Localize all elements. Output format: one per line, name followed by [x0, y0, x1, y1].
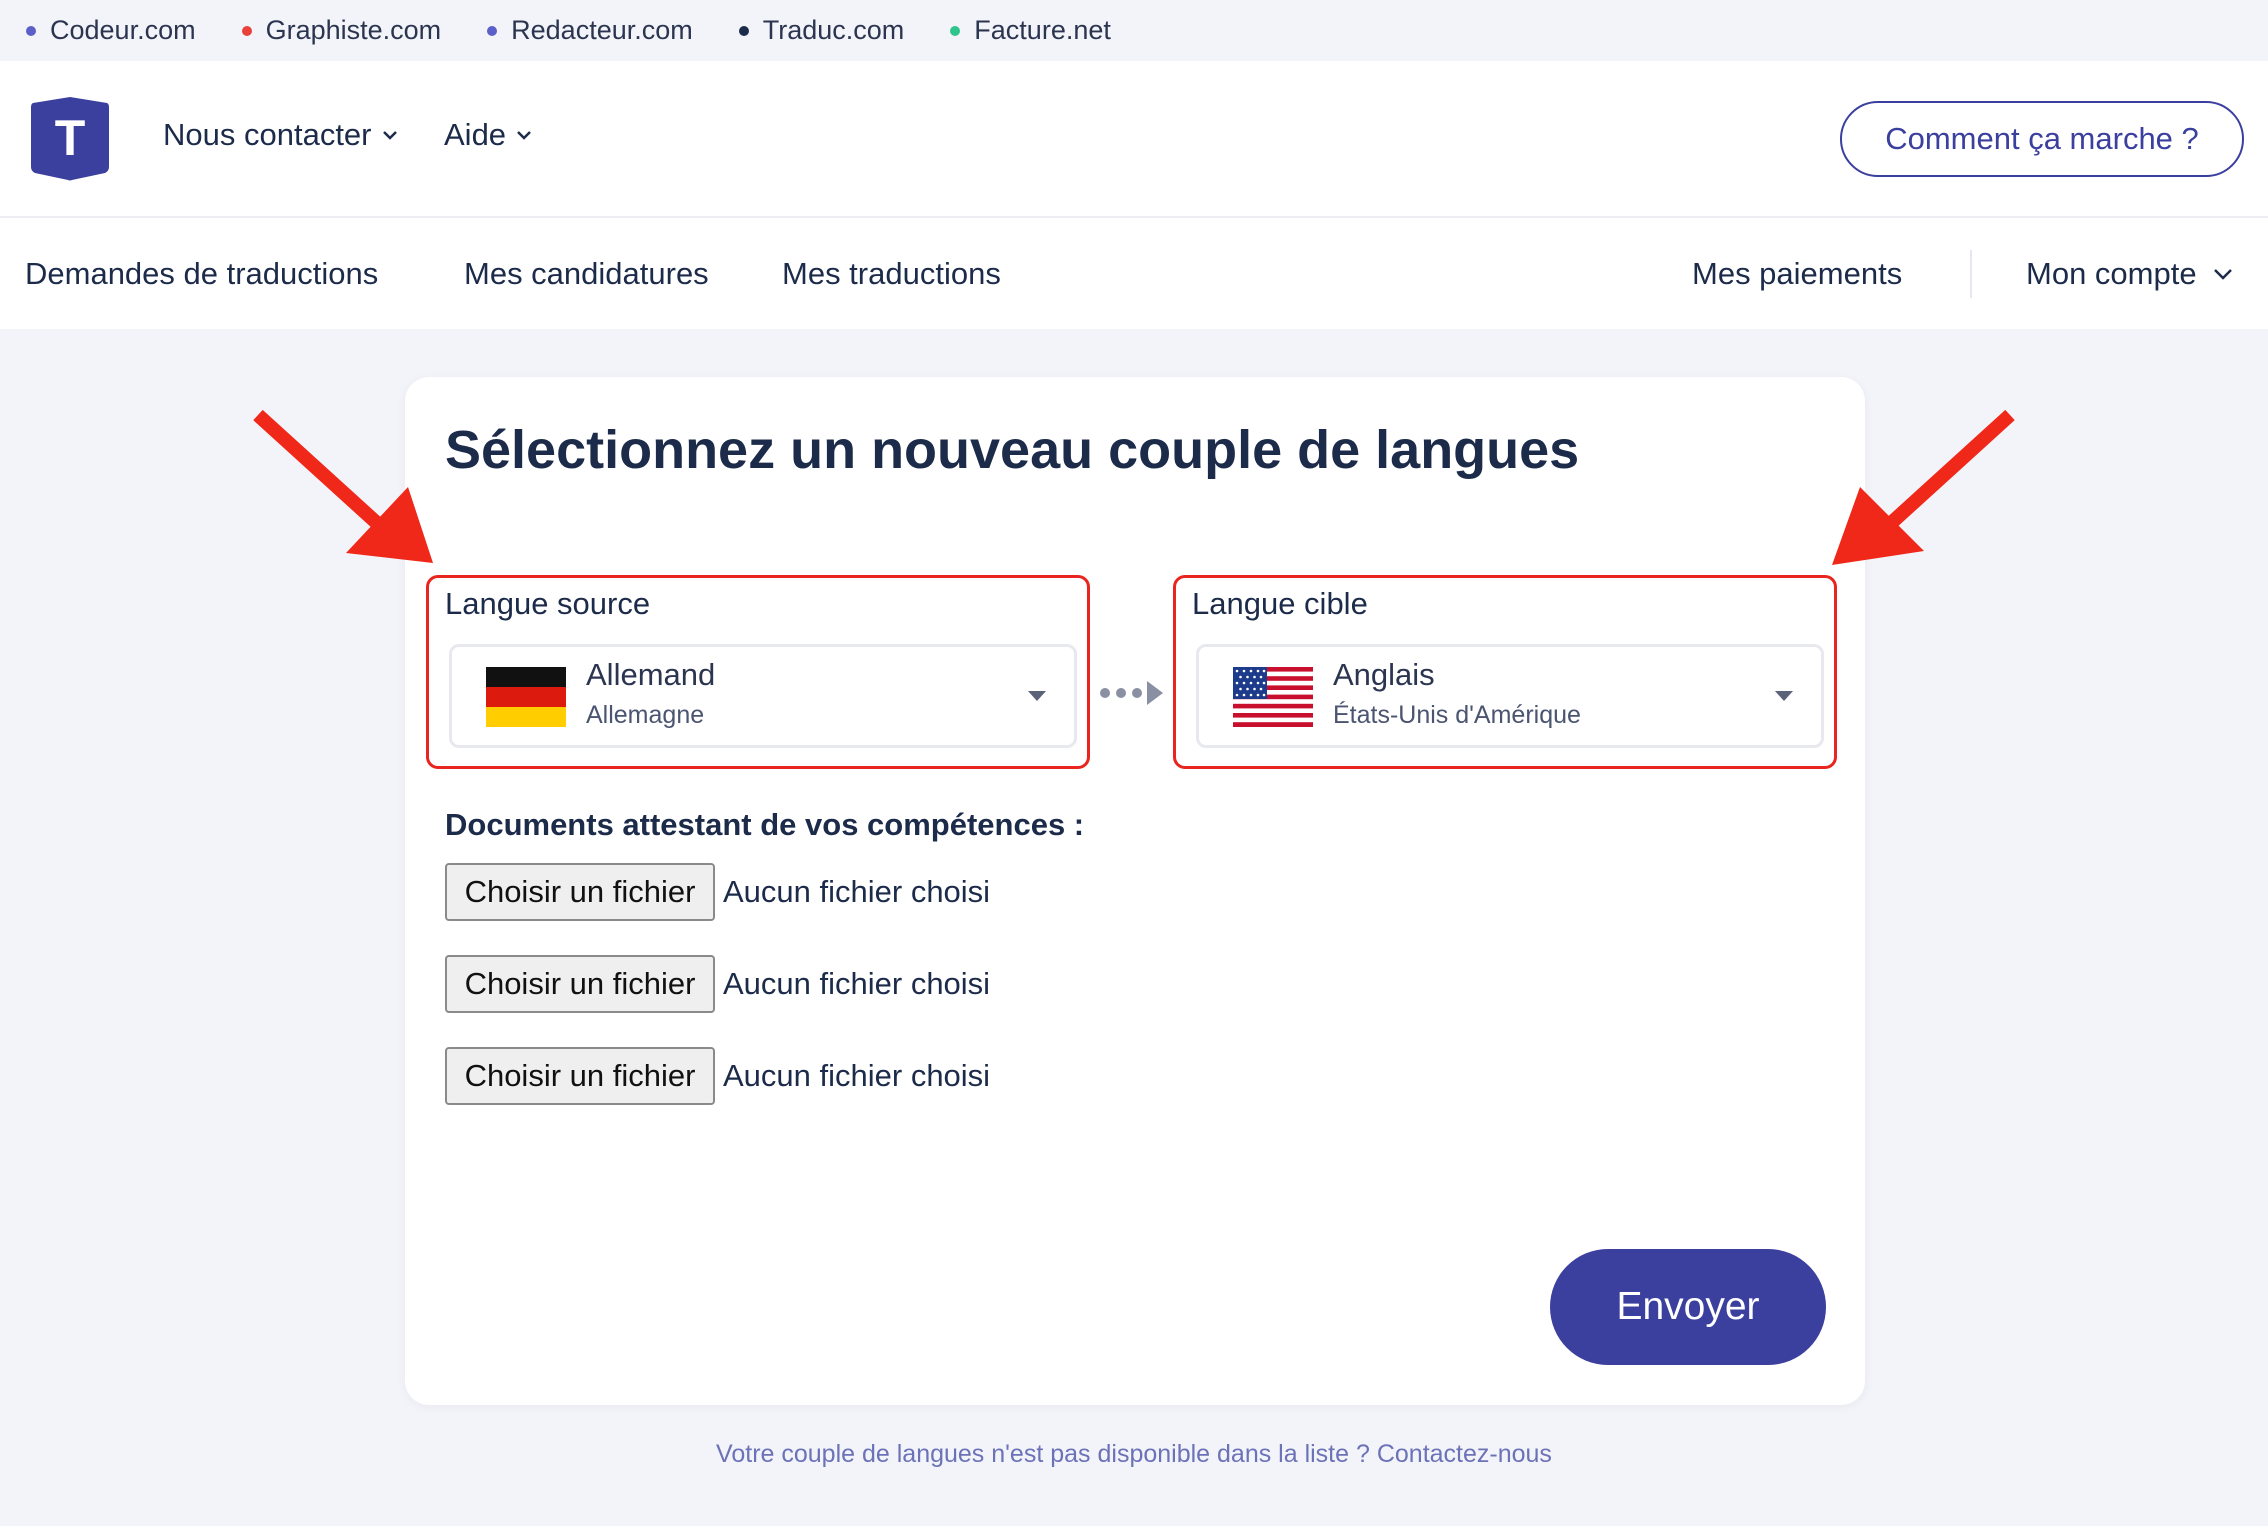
network-link-graphiste[interactable]: Graphiste.com — [241, 15, 442, 46]
choose-file-button[interactable]: Choisir un fichier — [445, 1047, 715, 1105]
chevron-down-icon — [2213, 269, 2232, 280]
file-status: Aucun fichier choisi — [723, 966, 991, 1001]
chevron-down-icon — [382, 131, 397, 140]
network-link-facture[interactable]: Facture.net — [950, 15, 1111, 46]
annotation-arrow-left-icon — [253, 409, 433, 563]
caret-down-icon — [1028, 691, 1046, 701]
submit-button[interactable]: Envoyer — [1550, 1249, 1826, 1365]
caret-down-icon — [1775, 691, 1793, 701]
contact-us-link[interactable]: Votre couple de langues n'est pas dispon… — [0, 1440, 2268, 1469]
sub-navigation: Demandes de traductions Mes candidatures… — [0, 218, 2268, 329]
chevron-down-icon — [517, 131, 531, 140]
source-language-name: Allemand — [586, 657, 716, 692]
tab-my-applications[interactable]: Mes candidatures — [464, 256, 709, 292]
network-link-label: Traduc.com — [762, 15, 905, 45]
network-link-label: Facture.net — [974, 15, 1111, 45]
germany-flag-icon — [486, 667, 566, 727]
target-language-highlight: Langue cible Anglais États-Unis d'Amériq… — [1173, 575, 1837, 769]
target-language-select[interactable]: Anglais États-Unis d'Amérique — [1196, 644, 1824, 748]
how-it-works-button[interactable]: Comment ça marche ? — [1840, 101, 2244, 177]
target-language-country: États-Unis d'Amérique — [1333, 701, 1581, 729]
network-bar: Codeur.com Graphiste.com Redacteur.com T… — [0, 0, 2268, 61]
help-menu-label: Aide — [444, 117, 507, 152]
documents-label: Documents attestant de vos compétences : — [445, 807, 1085, 842]
network-link-label: Redacteur.com — [511, 15, 693, 45]
network-link-traduc[interactable]: Traduc.com — [738, 15, 905, 46]
traduc-logo-icon[interactable]: T — [29, 95, 111, 181]
contact-menu-label: Nous contacter — [163, 117, 372, 152]
dot-icon — [241, 25, 252, 36]
target-language-label: Langue cible — [1192, 586, 1368, 621]
choose-file-button[interactable]: Choisir un fichier — [445, 955, 715, 1013]
annotation-arrow-right-icon — [1832, 409, 2015, 565]
file-upload-row: Choisir un fichier Aucun fichier choisi — [445, 955, 990, 1013]
dot-icon — [487, 25, 498, 36]
usa-flag-icon — [1233, 667, 1313, 727]
file-status: Aucun fichier choisi — [723, 874, 991, 909]
help-menu[interactable]: Aide — [444, 117, 532, 153]
target-language-name: Anglais — [1333, 657, 1435, 692]
svg-text:T: T — [55, 110, 86, 166]
network-link-redacteur[interactable]: Redacteur.com — [487, 15, 693, 46]
file-upload-row: Choisir un fichier Aucun fichier choisi — [445, 863, 990, 921]
file-status: Aucun fichier choisi — [723, 1058, 991, 1093]
choose-file-button[interactable]: Choisir un fichier — [445, 863, 715, 921]
contact-menu[interactable]: Nous contacter — [163, 117, 398, 153]
tab-translation-requests[interactable]: Demandes de traductions — [25, 256, 378, 292]
account-menu[interactable]: Mon compte — [2026, 256, 2233, 292]
network-link-codeur[interactable]: Codeur.com — [26, 15, 196, 46]
tab-my-payments[interactable]: Mes paiements — [1692, 256, 1902, 292]
dot-icon — [26, 25, 36, 36]
file-upload-row: Choisir un fichier Aucun fichier choisi — [445, 1047, 990, 1105]
network-link-label: Codeur.com — [50, 15, 196, 45]
account-menu-label: Mon compte — [2026, 256, 2197, 291]
page-title: Sélectionnez un nouveau couple de langue… — [445, 420, 1580, 480]
dot-icon — [950, 25, 961, 36]
arrow-connector-icon — [1100, 681, 1163, 705]
source-language-label: Langue source — [445, 586, 651, 621]
language-pair-card: Sélectionnez un nouveau couple de langue… — [405, 377, 1865, 1405]
divider — [1970, 250, 1972, 298]
tab-my-translations[interactable]: Mes traductions — [782, 256, 1001, 292]
network-link-label: Graphiste.com — [265, 15, 442, 45]
source-language-country: Allemagne — [586, 701, 705, 729]
source-language-select[interactable]: Allemand Allemagne — [449, 644, 1077, 748]
header: T Nous contacter Aide Comment ça marche … — [0, 61, 2268, 218]
source-language-highlight: Langue source Allemand Allemagne — [426, 575, 1090, 769]
dot-icon — [738, 25, 749, 36]
